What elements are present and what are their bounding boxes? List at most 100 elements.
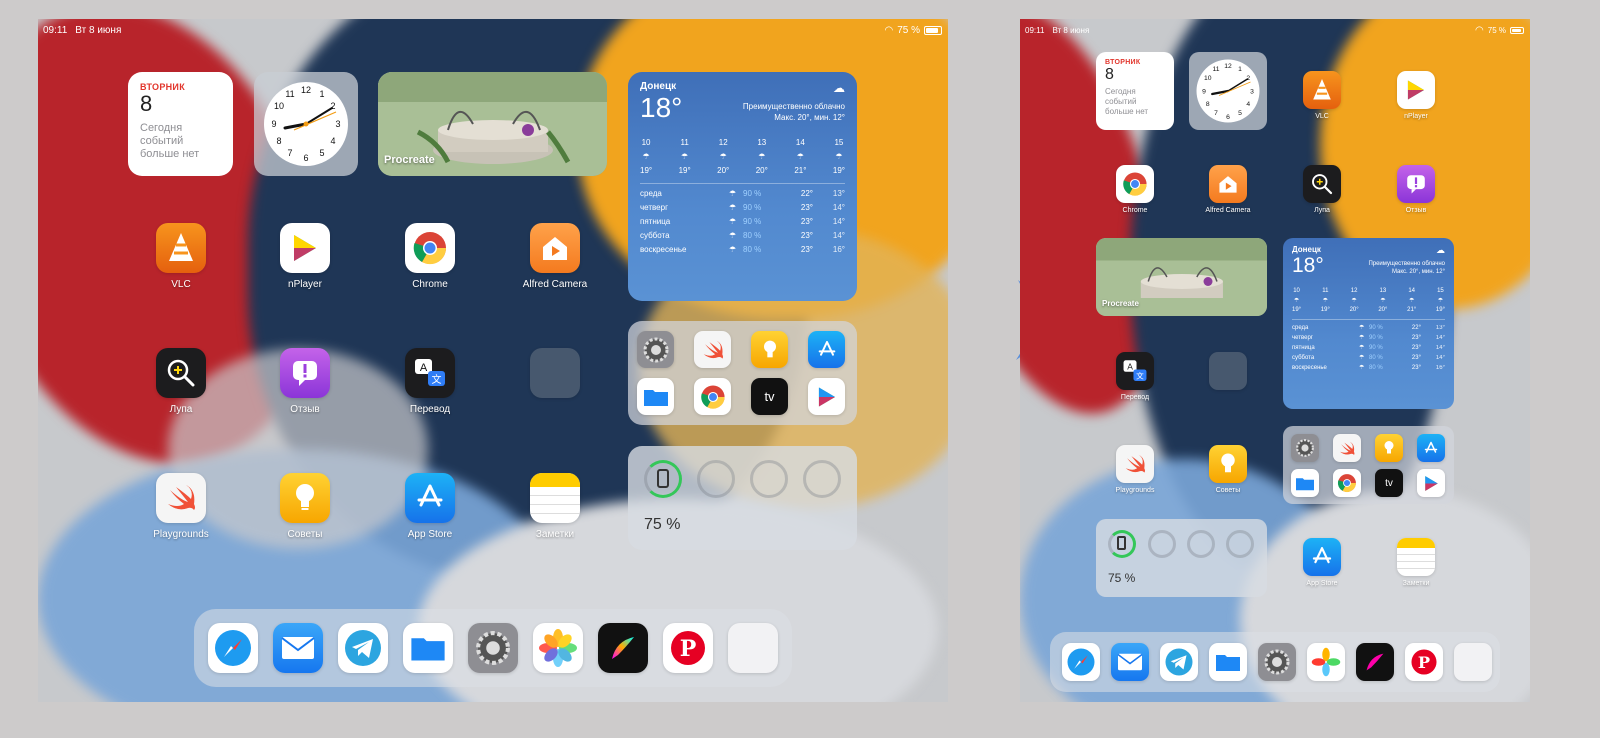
app-sovety[interactable]: Советы	[275, 473, 335, 540]
wifi-icon: ◠	[884, 24, 894, 36]
mail-icon[interactable]	[1111, 643, 1149, 681]
pinterest-icon[interactable]: P	[1405, 643, 1443, 681]
battery-widget-percent: 75 %	[1108, 571, 1136, 585]
mail-icon[interactable]	[273, 623, 323, 673]
status-time: 09:11	[1025, 25, 1045, 35]
app-otzyv[interactable]: Отзыв	[275, 348, 335, 415]
app-nplayer[interactable]: nPlayer	[1389, 71, 1443, 120]
app-zametki[interactable]: Заметки	[525, 473, 585, 540]
chrome-icon	[1116, 165, 1154, 203]
day-row: четверг ☂ 90 % 23° 14°	[640, 203, 845, 212]
app-label: Playgrounds	[1115, 487, 1155, 494]
app-store-icon[interactable]	[808, 331, 845, 368]
chrome-icon[interactable]	[1333, 469, 1361, 497]
photos-icon[interactable]	[533, 623, 583, 673]
app-zametki[interactable]: Заметки	[1389, 538, 1443, 587]
files-icon[interactable]	[403, 623, 453, 673]
svg-text:1: 1	[1238, 66, 1242, 73]
apple-tv-icon[interactable]: tv	[1375, 469, 1403, 497]
safari-icon[interactable]	[1062, 643, 1100, 681]
procreate-icon[interactable]	[598, 623, 648, 673]
photo-widget[interactable]: Procreate	[1096, 238, 1267, 316]
app-lupa[interactable]: Лупа	[1295, 165, 1349, 214]
app-playgrounds[interactable]: Playgrounds	[1104, 445, 1166, 494]
procreate-icon[interactable]	[1356, 643, 1394, 681]
app-lupa[interactable]: Лупа	[151, 348, 211, 415]
app-group-widget: tv	[628, 321, 857, 425]
safari-icon[interactable]	[208, 623, 258, 673]
telegram-icon[interactable]	[1160, 643, 1198, 681]
app-group-widget: tv	[1283, 426, 1454, 504]
app-alfred-camera[interactable]: Alfred Camera	[1196, 165, 1260, 214]
app-perevod[interactable]: A文 Перевод	[1108, 352, 1162, 401]
app-label: Заметки	[1402, 580, 1430, 587]
battery-widget[interactable]: 75 %	[1096, 519, 1267, 597]
app-alfred-camera[interactable]: Alfred Camera	[520, 223, 590, 290]
weather-range: Макс. 20°, мин. 12°	[1391, 269, 1445, 275]
app-vlc[interactable]: VLC	[151, 223, 211, 290]
hour-item: 10 ☂ 19°	[1292, 288, 1302, 313]
app-chrome[interactable]: Chrome	[400, 223, 460, 290]
pinterest-icon[interactable]: P	[663, 623, 713, 673]
vlc-icon	[1303, 71, 1341, 109]
battery-widget[interactable]: 75 %	[628, 446, 857, 550]
app-otzyv[interactable]: Отзыв	[1389, 165, 1443, 214]
day-row: суббота ☂ 80 % 23° 14°	[640, 231, 845, 240]
app-chrome[interactable]: Chrome	[1108, 165, 1162, 214]
swift-icon[interactable]	[1333, 434, 1361, 462]
magnifier-icon	[1303, 165, 1341, 203]
recent-apps-icon[interactable]	[728, 623, 778, 673]
app-folder[interactable]	[1201, 352, 1255, 390]
app-label: Перевод	[1120, 394, 1150, 401]
app-label: VLC	[171, 279, 191, 290]
app-label: Alfred Camera	[522, 279, 588, 290]
settings-icon[interactable]	[468, 623, 518, 673]
clock-widget[interactable]: 12 1 2 345 678 9 10 11	[254, 72, 358, 176]
files-icon[interactable]	[1209, 643, 1247, 681]
photo-widget[interactable]: Procreate	[378, 72, 607, 176]
files-icon[interactable]	[1291, 469, 1319, 497]
app-sovety[interactable]: Советы	[1201, 445, 1255, 494]
app-label: App Store	[1306, 580, 1338, 587]
calendar-note-line: больше нет	[1105, 107, 1149, 116]
lightbulb-icon	[280, 473, 330, 523]
photos-icon[interactable]	[1307, 643, 1345, 681]
app-label: App Store	[407, 529, 453, 540]
svg-text:9: 9	[1202, 88, 1206, 95]
status-date: Вт 8 июня	[75, 24, 122, 36]
settings-icon[interactable]	[1258, 643, 1296, 681]
files-icon[interactable]	[637, 378, 674, 415]
clock-widget[interactable]: 12 3 6 9 1245 7 8 10 11	[1189, 52, 1267, 130]
app-nplayer[interactable]: nPlayer	[275, 223, 335, 290]
day-row: воскресенье ☂ 80 % 23° 16°	[1292, 364, 1445, 372]
chrome-icon[interactable]	[694, 378, 731, 415]
svg-text:9: 9	[271, 119, 276, 129]
recent-apps-icon[interactable]	[1454, 643, 1492, 681]
hour-item: 12 ☂ 20°	[1349, 288, 1359, 313]
google-play-icon[interactable]	[808, 378, 845, 415]
ipad-icon	[657, 469, 669, 488]
alfred-camera-icon	[1209, 165, 1247, 203]
swift-icon[interactable]	[694, 331, 731, 368]
app-app-store[interactable]: App Store	[1295, 538, 1349, 587]
app-app-store[interactable]: App Store	[400, 473, 460, 540]
calendar-widget[interactable]: ВТОРНИК 8 Сегодня событий больше нет	[128, 72, 233, 176]
app-vlc[interactable]: VLC	[1295, 71, 1349, 120]
lightbulb-icon[interactable]	[1375, 434, 1403, 462]
calendar-widget[interactable]: ВТОРНИК 8 Сегодня событий больше нет	[1096, 52, 1174, 130]
apple-tv-icon[interactable]: tv	[751, 378, 788, 415]
weather-widget[interactable]: Донецк 18° ☁ Преимущественно облачно Мак…	[628, 72, 857, 301]
app-store-icon[interactable]	[1417, 434, 1445, 462]
weather-condition: Преимущественно облачно	[1368, 261, 1445, 267]
settings-icon[interactable]	[637, 331, 674, 368]
telegram-icon[interactable]	[338, 623, 388, 673]
google-play-icon[interactable]	[1417, 469, 1445, 497]
calendar-note-line: Сегодня	[140, 122, 183, 134]
app-folder[interactable]	[525, 348, 585, 404]
app-playgrounds[interactable]: Playgrounds	[146, 473, 216, 540]
lightbulb-icon[interactable]	[751, 331, 788, 368]
weather-widget[interactable]: Донецк 18° ☁ Преимущественно облачно Мак…	[1283, 238, 1454, 409]
weather-header: Донецк 18° ☁ Преимущественно облачно Мак…	[1292, 245, 1445, 278]
settings-icon[interactable]	[1291, 434, 1319, 462]
app-perevod[interactable]: A文 Перевод	[400, 348, 460, 415]
